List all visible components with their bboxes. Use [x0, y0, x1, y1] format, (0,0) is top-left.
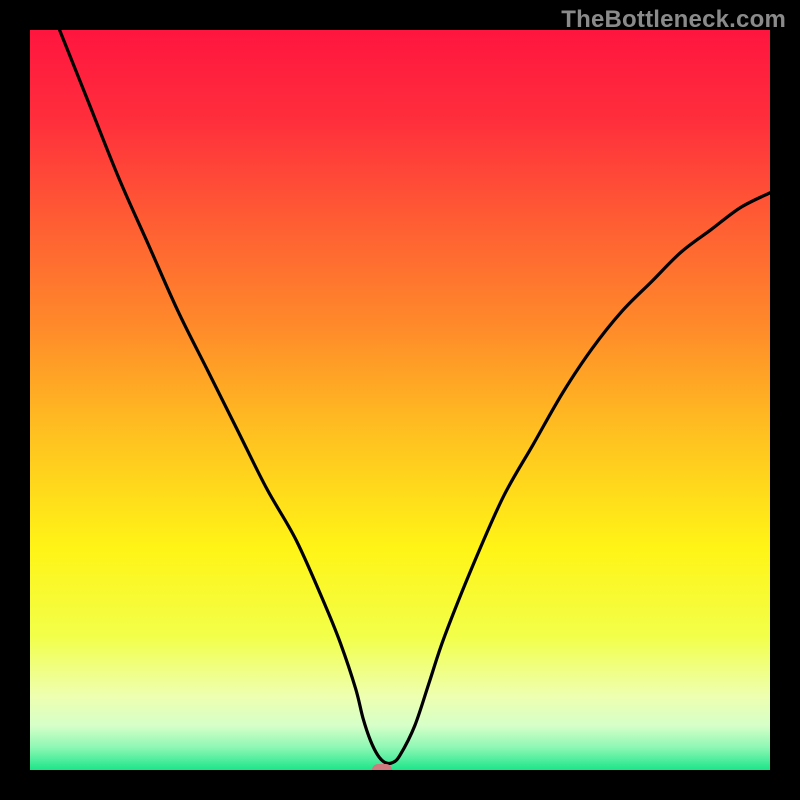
chart-frame: TheBottleneck.com: [0, 0, 800, 800]
optimal-marker: [372, 764, 392, 770]
plot-area: [30, 30, 770, 770]
bottleneck-curve: [30, 30, 770, 770]
